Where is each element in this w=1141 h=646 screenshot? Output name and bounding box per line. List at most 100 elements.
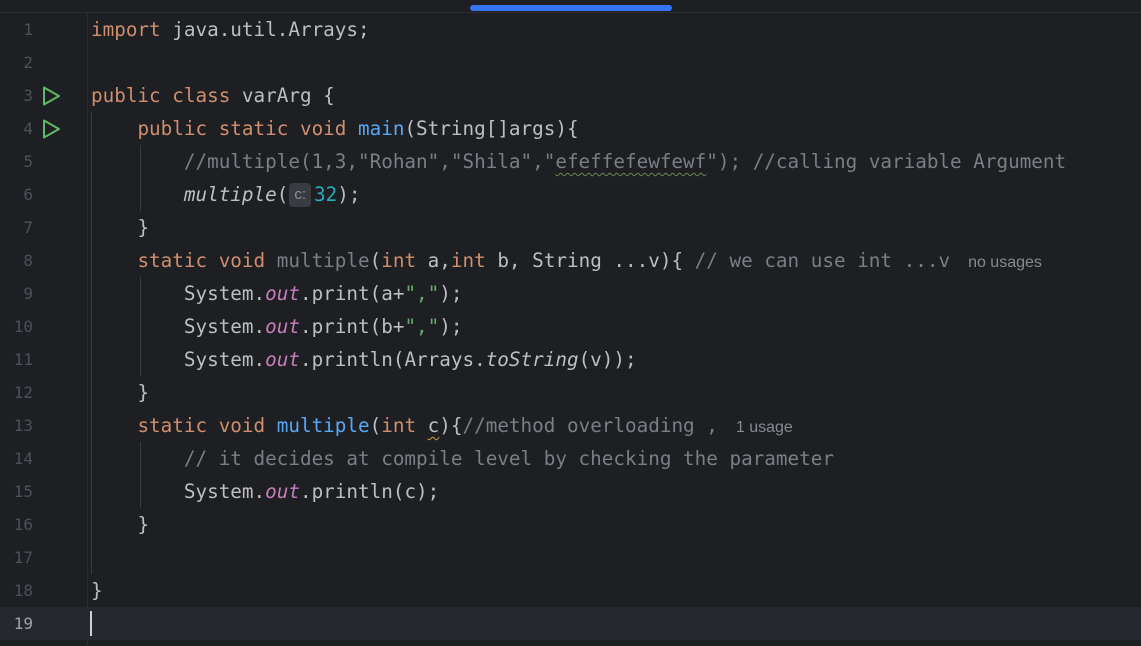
closing-brace: }: [137, 381, 150, 404]
code-text: }: [91, 574, 103, 607]
code-token: (v));: [578, 348, 637, 371]
string-literal: ",": [404, 282, 440, 305]
line-number: 7: [23, 218, 33, 237]
code-text: }: [91, 508, 149, 541]
line-number: 10: [13, 317, 33, 336]
usage-hint[interactable]: no usages: [968, 254, 1042, 271]
editor-tab-bar: [0, 0, 1141, 13]
line-number: 4: [23, 119, 33, 138]
code-line[interactable]: 5 //multiple(1,3,"Rohan","Shila","efeffe…: [0, 145, 1141, 178]
code-editor[interactable]: 1 import java.util.Arrays; 2 3 public cl…: [0, 13, 1141, 646]
code-text: static void multiple(int c){//method ove…: [91, 409, 793, 442]
code-text: multiple(c: 32);: [91, 178, 360, 211]
code-line[interactable]: 13 static void multiple(int c){//method …: [0, 409, 1141, 442]
code-line[interactable]: 11 System.out.println(Arrays.toString(v)…: [0, 343, 1141, 376]
comment: //method overloading ,: [462, 414, 718, 437]
code-text: //multiple(1,3,"Rohan","Shila","efeffefe…: [91, 145, 1066, 178]
code-token: .println(Arrays.: [299, 348, 486, 371]
code-token: System.: [183, 348, 266, 371]
code-line[interactable]: 1 import java.util.Arrays;: [0, 13, 1141, 46]
current-code-line[interactable]: 19: [0, 607, 1141, 640]
static-method-call: toString: [485, 348, 579, 371]
parameter-hint: c:: [289, 183, 312, 207]
line-number: 13: [13, 416, 33, 435]
code-text: System.out.print(b+",");: [91, 310, 463, 343]
keyword: int: [381, 414, 417, 437]
keyword: public: [137, 117, 208, 140]
text-caret: [90, 611, 92, 636]
code-text: public static void main(String[]args){: [91, 112, 579, 145]
code-line[interactable]: 17: [0, 541, 1141, 574]
static-field: out: [265, 348, 300, 371]
code-line[interactable]: 14 // it decides at compile level by che…: [0, 442, 1141, 475]
code-line[interactable]: 8 static void multiple(int a,int b, Stri…: [0, 244, 1141, 277]
usage-hint[interactable]: 1 usage: [736, 419, 793, 436]
warning-token: c: [427, 414, 440, 437]
number-literal: 32: [314, 183, 338, 206]
code-line[interactable]: 3 public class varArg {: [0, 79, 1141, 112]
horizontal-scroll-thumb[interactable]: [470, 5, 672, 11]
code-line[interactable]: 6 multiple(c: 32);: [0, 178, 1141, 211]
code-line[interactable]: 18 }: [0, 574, 1141, 607]
line-number: 14: [13, 449, 33, 468]
code-token: System.: [183, 480, 266, 503]
code-token: .print(a+: [299, 282, 405, 305]
code-line[interactable]: 15 System.out.println(c);: [0, 475, 1141, 508]
code-line[interactable]: 12 }: [0, 376, 1141, 409]
closing-brace: }: [137, 216, 150, 239]
code-line[interactable]: 9 System.out.print(a+",");: [0, 277, 1141, 310]
closing-brace: }: [91, 579, 103, 602]
code-text: System.out.print(a+",");: [91, 277, 463, 310]
keyword: import: [91, 18, 161, 41]
keyword: static: [137, 249, 208, 272]
static-field: out: [265, 282, 300, 305]
keyword: int: [450, 249, 486, 272]
code-text: import java.util.Arrays;: [91, 13, 370, 46]
code-token: );: [439, 315, 463, 338]
method-call: multiple: [183, 183, 277, 206]
run-main-icon[interactable]: [40, 118, 62, 140]
code-text: public class varArg {: [91, 79, 335, 112]
code-token: a,: [416, 249, 451, 272]
code-text: // it decides at compile level by checki…: [91, 442, 834, 475]
line-number: 3: [23, 86, 33, 105]
code-token: (: [276, 183, 289, 206]
code-token: System.: [183, 315, 266, 338]
code-text: static void multiple(int a,int b, String…: [91, 244, 1042, 277]
code-token: (: [369, 414, 382, 437]
keyword: public: [91, 84, 161, 107]
code-token: ){: [439, 414, 463, 437]
line-number: 19: [13, 614, 33, 633]
keyword: class: [172, 84, 231, 107]
line-number: 2: [23, 53, 33, 72]
keyword: int: [381, 249, 417, 272]
code-line[interactable]: 7 }: [0, 211, 1141, 244]
code-line[interactable]: 10 System.out.print(b+",");: [0, 310, 1141, 343]
line-number: 11: [13, 350, 33, 369]
code-text: System.out.println(c);: [91, 475, 439, 508]
code-line[interactable]: 2: [0, 46, 1141, 79]
code-token: (String[]args){: [404, 117, 579, 140]
typo-word: efeffefewfewf: [555, 150, 707, 173]
static-field: out: [265, 315, 300, 338]
keyword: static: [218, 117, 289, 140]
line-number: 6: [23, 185, 33, 204]
closing-brace: }: [137, 513, 150, 536]
keyword: static: [137, 414, 208, 437]
line-number: 16: [13, 515, 33, 534]
static-field: out: [265, 480, 300, 503]
code-token: (: [369, 249, 382, 272]
comment: // we can use int ...v: [694, 249, 951, 272]
run-class-icon[interactable]: [40, 85, 62, 107]
code-text: }: [91, 211, 149, 244]
line-number: 15: [13, 482, 33, 501]
code-line[interactable]: 16 }: [0, 508, 1141, 541]
keyword: void: [299, 117, 347, 140]
code-text: System.out.println(Arrays.toString(v));: [91, 343, 637, 376]
unused-method-name: multiple: [276, 249, 370, 272]
line-number: 17: [13, 548, 33, 567]
string-literal: ",": [404, 315, 440, 338]
comment-part: //multiple(1,3,"Rohan","Shila",": [183, 150, 556, 173]
code-line[interactable]: 4 public static void main(String[]args){: [0, 112, 1141, 145]
